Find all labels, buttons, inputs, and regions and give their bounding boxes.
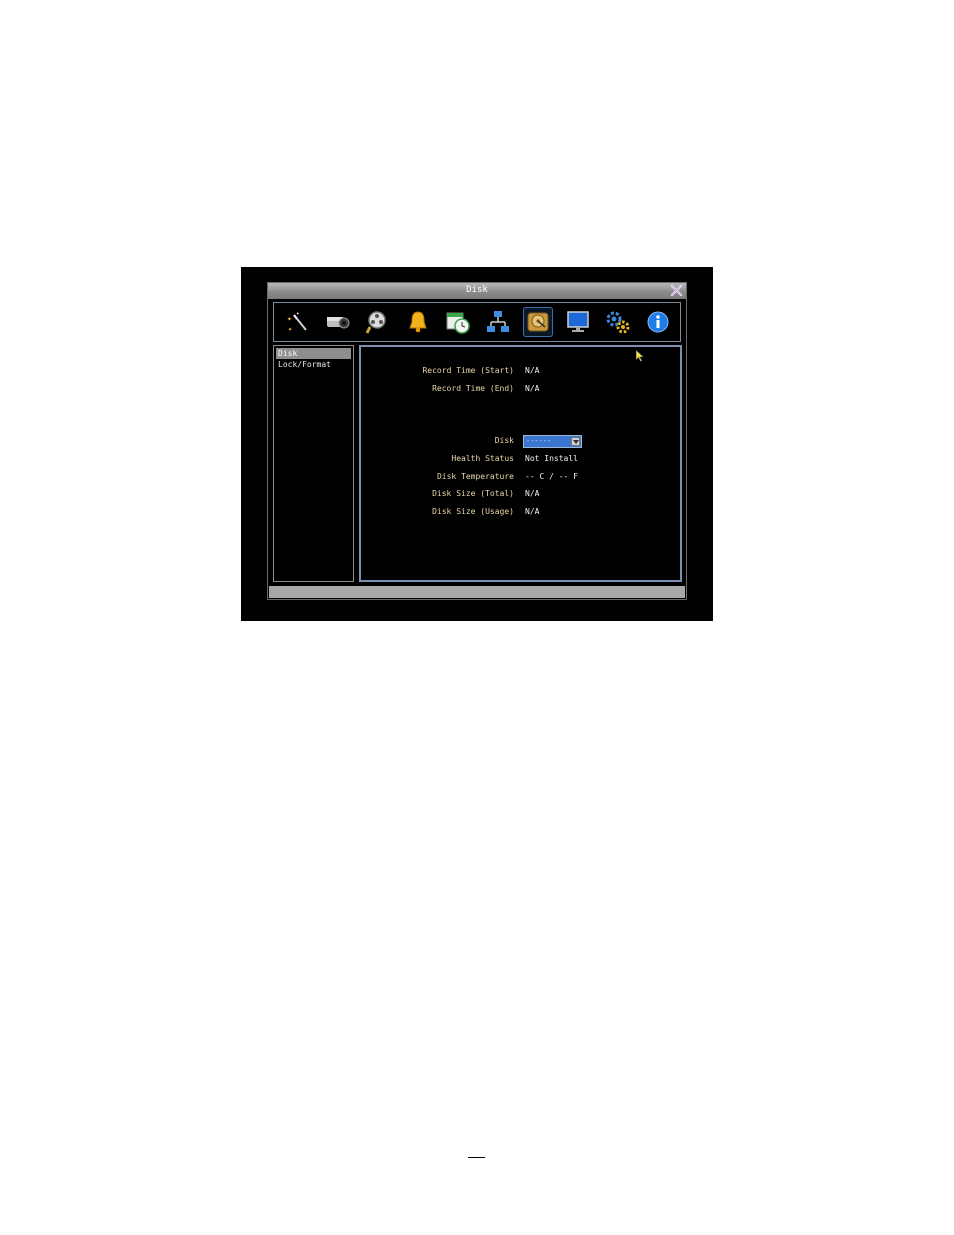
svg-text:✦: ✦ xyxy=(287,314,292,323)
window-title: Disk xyxy=(466,285,488,295)
sidebar: Disk Lock/Format xyxy=(273,345,354,582)
sidebar-item-lock-format[interactable]: Lock/Format xyxy=(276,359,351,370)
disk-temperature-label: Disk Temperature xyxy=(436,472,514,481)
schedule-icon[interactable] xyxy=(443,307,473,337)
chevron-down-icon[interactable] xyxy=(571,437,580,446)
health-status-row: Health Status Not Install xyxy=(361,453,680,464)
disk-temperature-value: -- C / -- F xyxy=(525,472,578,481)
close-icon[interactable] xyxy=(670,284,683,297)
disk-size-usage-label: Disk Size (Usage) xyxy=(432,507,514,516)
alarm-bell-icon[interactable] xyxy=(403,307,433,337)
info-icon[interactable] xyxy=(643,307,673,337)
disk-info-panel: Record Time (Start) N/A Record Time (End… xyxy=(359,345,682,582)
disk-select-label: Disk xyxy=(494,436,514,445)
disk-size-total-row: Disk Size (Total) N/A xyxy=(361,488,680,499)
record-start-row: Record Time (Start) N/A xyxy=(361,365,680,376)
wizard-icon[interactable]: ✦ ✦ ✦ xyxy=(283,307,313,337)
disk-size-usage-value: N/A xyxy=(525,507,540,516)
main-menu-toolbar: ✦ ✦ ✦ xyxy=(273,302,681,342)
mouse-cursor-icon xyxy=(636,350,644,362)
dvr-screen: Disk ✦ ✦ ✦ Disk Lock/Format Record Time … xyxy=(241,267,713,621)
disk-size-total-value: N/A xyxy=(525,489,540,498)
camera-icon[interactable] xyxy=(323,307,353,337)
svg-text:✦: ✦ xyxy=(296,310,300,317)
record-end-row: Record Time (End) N/A xyxy=(361,383,680,394)
status-bar xyxy=(269,586,685,598)
search-playback-icon[interactable] xyxy=(363,307,393,337)
disk-dropdown[interactable]: ------ xyxy=(523,435,582,448)
disk-dropdown-value: ------ xyxy=(526,437,552,445)
disk-size-total-label: Disk Size (Total) xyxy=(432,489,514,498)
record-start-value: N/A xyxy=(525,366,540,375)
health-status-value: Not Install xyxy=(525,454,578,463)
display-monitor-icon[interactable] xyxy=(563,307,593,337)
svg-text:✦: ✦ xyxy=(288,325,293,333)
disk-icon[interactable] xyxy=(523,307,553,337)
title-bar: Disk xyxy=(268,283,686,299)
sidebar-item-disk[interactable]: Disk xyxy=(276,348,351,359)
disk-temperature-row: Disk Temperature -- C / -- F xyxy=(361,471,680,482)
record-end-label: Record Time (End) xyxy=(432,384,514,393)
disk-select-row: Disk ------ xyxy=(361,435,680,448)
page-number-underline xyxy=(468,1157,485,1158)
health-status-label: Health Status xyxy=(451,454,514,463)
disk-dialog: Disk ✦ ✦ ✦ Disk Lock/Format Record Time … xyxy=(267,282,687,600)
record-start-label: Record Time (Start) xyxy=(422,366,514,375)
disk-size-usage-row: Disk Size (Usage) N/A xyxy=(361,506,680,517)
record-end-value: N/A xyxy=(525,384,540,393)
network-icon[interactable] xyxy=(483,307,513,337)
system-settings-icon[interactable] xyxy=(603,307,633,337)
